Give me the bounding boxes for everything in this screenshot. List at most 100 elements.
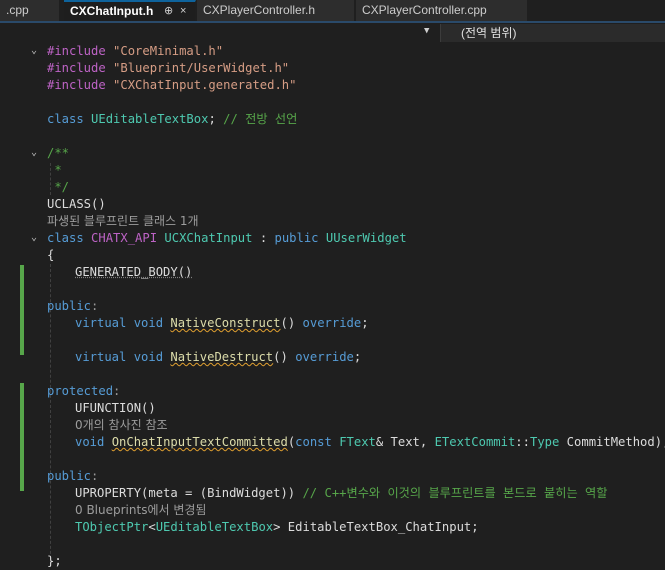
keyword: void (75, 435, 105, 449)
function-name: NativeDestruct (170, 350, 274, 364)
tab-label: CXChatInput.h (70, 4, 154, 18)
code-line: #include "CXChatInput.generated.h" (47, 77, 296, 94)
tab-cxchatinput-h[interactable]: CXChatInput.h ⊕ × (64, 0, 196, 21)
fold-icon[interactable]: ⌄ (31, 45, 37, 56)
keyword: virtual (75, 316, 127, 330)
keyword: void (133, 316, 164, 330)
tab-bar: .cpp CXChatInput.h ⊕ × CXPlayerControlle… (0, 0, 665, 23)
punctuation: () (280, 316, 296, 330)
pin-icon[interactable]: ⊕ (164, 2, 173, 20)
code-line: UPROPERTY(meta = (BindWidget)) // C++변수와… (75, 485, 607, 502)
code-line: * (47, 163, 62, 177)
code-line: TObjectPtr<UEditableTextBox> EditableTex… (75, 519, 479, 536)
punctuation: ; (208, 112, 216, 126)
comment: // C++변수와 이것의 블루프린트를 본드로 붙히는 역할 (302, 486, 608, 500)
punctuation: : (91, 299, 99, 313)
codelens-hint[interactable]: 파생된 블루프린트 클래스 1개 (47, 213, 199, 230)
change-indicator (20, 265, 24, 355)
tab-cxplayercontroller-cpp[interactable]: CXPlayerController.cpp (356, 0, 528, 21)
code-line: /** (47, 146, 70, 160)
code-line: UCLASS() (47, 196, 106, 213)
code-line: class CHATX_API UCXChatInput : public UU… (47, 230, 407, 247)
keyword: protected (47, 384, 114, 398)
close-icon[interactable]: × (180, 2, 186, 20)
code-line: void OnChatInputTextCommitted(const FTex… (75, 434, 665, 451)
include-path: "CXChatInput.generated.h" (113, 78, 297, 92)
punctuation: : (252, 231, 275, 245)
type-name: FText (339, 435, 376, 449)
function-name: NativeConstruct (170, 316, 281, 330)
parameter: CommitMethod (559, 435, 655, 449)
code-line: virtual void NativeDestruct() override; (75, 349, 361, 366)
punctuation: ); (654, 435, 665, 449)
punctuation: () (273, 350, 288, 364)
preprocessor-directive: #include (47, 78, 106, 92)
punctuation: : (91, 469, 99, 483)
keyword: const (295, 435, 332, 449)
punctuation: : (113, 384, 121, 398)
macro: UCLASS() (47, 197, 106, 211)
code-line: }; (47, 554, 62, 568)
keyword: public (274, 231, 319, 245)
keyword: class (47, 231, 84, 245)
punctuation: ; (353, 350, 362, 364)
code-line: #include "CoreMinimal.h" (47, 43, 223, 60)
type-name: TObjectPtr (75, 520, 149, 534)
scope-dropdown[interactable]: (전역 범위) (440, 24, 665, 42)
scope-label: (전역 범위) (461, 26, 517, 40)
code-line: protected: (47, 383, 120, 400)
macro: UFUNCTION() (75, 401, 156, 415)
tab-cxplayercontroller-h[interactable]: CXPlayerController.h (197, 0, 355, 21)
hint-text[interactable]: 0개의 참사진 참조 (75, 418, 168, 432)
keyword: override (295, 350, 354, 364)
tab-cpp-file[interactable]: .cpp (0, 0, 60, 21)
include-path: "Blueprint/UserWidget.h" (113, 61, 290, 75)
punctuation: :: (515, 435, 530, 449)
navigation-bar: ▼ (전역 범위) (0, 23, 665, 43)
preprocessor-directive: #include (47, 44, 106, 58)
codelens-hint[interactable]: 0 Blueprints에서 변경됨 (75, 502, 206, 519)
code-line: public: (47, 468, 98, 485)
punctuation: ; (361, 316, 369, 330)
type-name: ETextCommit (434, 435, 516, 449)
class-name: UCXChatInput (164, 231, 253, 245)
code-line: { (47, 248, 55, 262)
code-editor[interactable]: ⌄ ⌄ ⌄ #include "CoreMinimal.h" #include … (0, 43, 665, 568)
tab-label: .cpp (6, 3, 29, 17)
code-line: GENERATED_BODY() (75, 264, 192, 281)
type-name: UUserWidget (325, 231, 407, 245)
change-indicator (20, 383, 24, 491)
code-line: class UEditableTextBox; // 전방 선언 (47, 111, 297, 128)
code-line: public: (47, 298, 98, 315)
keyword: override (302, 316, 362, 330)
code-line: */ (47, 180, 70, 194)
macro: CHATX_API (91, 231, 158, 245)
keyword: virtual (75, 350, 127, 364)
macro: GENERATED_BODY() (75, 265, 193, 279)
type-name: Type (529, 435, 560, 449)
macro: UPROPERTY(meta = (BindWidget)) (75, 486, 296, 500)
fold-icon[interactable]: ⌄ (31, 232, 37, 243)
code-line: virtual void NativeConstruct() override; (75, 315, 369, 332)
hint-text[interactable]: 파생된 블루프린트 클래스 1개 (47, 214, 199, 228)
code-line: #include "Blueprint/UserWidget.h" (47, 60, 289, 77)
code-line: UFUNCTION() (75, 400, 156, 417)
type-name: UEditableTextBox (155, 520, 274, 534)
preprocessor-directive: #include (47, 61, 106, 75)
chevron-down-icon[interactable]: ▼ (424, 26, 429, 36)
hint-text[interactable]: 0 Blueprints에서 변경됨 (75, 503, 206, 517)
parameter: & Text, (375, 435, 435, 449)
fold-icon[interactable]: ⌄ (31, 147, 37, 158)
tab-label: CXPlayerController.cpp (362, 3, 487, 17)
keyword: class (47, 112, 84, 126)
keyword: public (47, 299, 92, 313)
comment: // 전방 선언 (223, 112, 298, 126)
member-declaration: EditableTextBox_ChatInput; (280, 520, 479, 534)
punctuation: < (148, 520, 156, 534)
keyword: void (133, 350, 164, 364)
include-path: "CoreMinimal.h" (113, 44, 224, 58)
codelens-hint[interactable]: 0개의 참사진 참조 (75, 417, 168, 434)
keyword: public (47, 469, 92, 483)
tab-label: CXPlayerController.h (203, 3, 316, 17)
function-name: OnChatInputTextCommitted (111, 435, 288, 449)
